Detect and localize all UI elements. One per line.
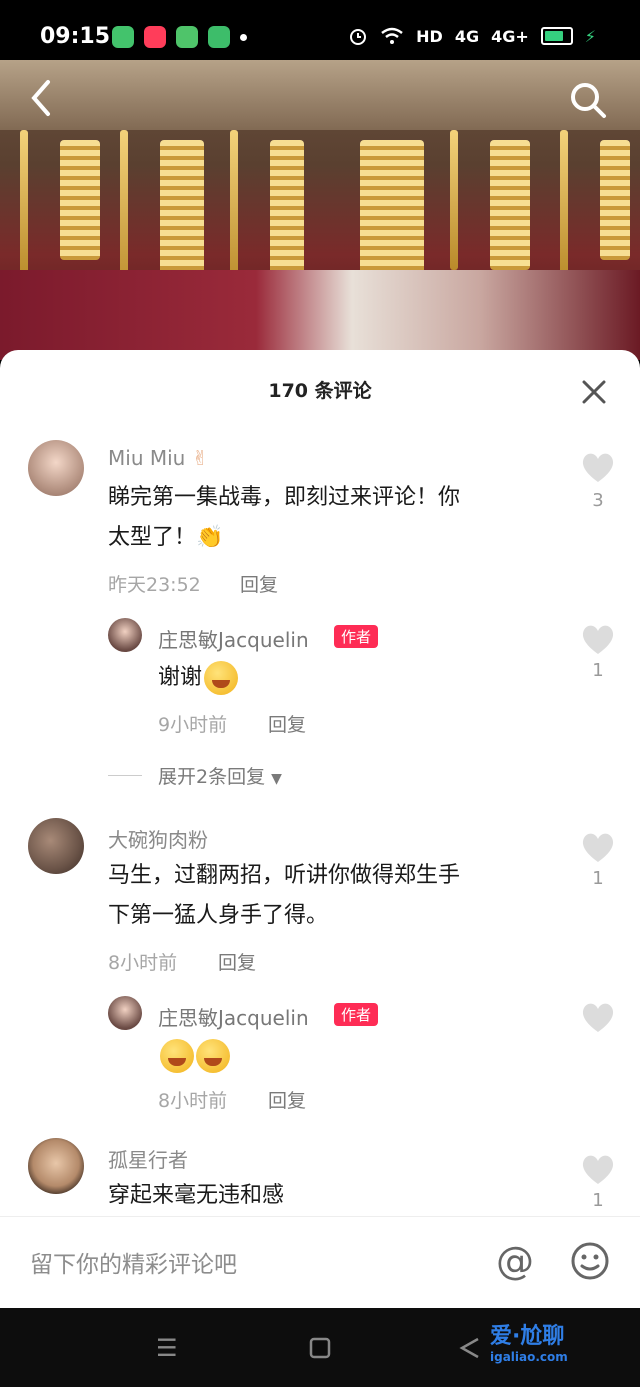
heart-icon[interactable] xyxy=(580,830,616,864)
comment-sheet: 170 条评论 Miu Miu ✌ 睇完第一集战毒，即刻过来评论！你 太型了！👏… xyxy=(0,350,640,1310)
comment-time: 昨天23:52 xyxy=(108,574,201,596)
reply-button[interactable]: 回复 xyxy=(218,948,256,975)
comment-username[interactable]: 孤星行者 xyxy=(108,1144,188,1173)
search-button[interactable] xyxy=(568,80,608,120)
mention-button[interactable]: @ xyxy=(496,1239,534,1283)
chevron-left-icon xyxy=(31,80,50,116)
comment-time: 8小时前 xyxy=(108,952,178,974)
avatar[interactable] xyxy=(28,1138,84,1194)
reply-text xyxy=(158,1036,230,1076)
store-app-icon xyxy=(176,26,198,48)
reply-button[interactable]: 回复 xyxy=(240,570,278,597)
reply-username[interactable]: 庄思敏Jacquelin xyxy=(158,1002,309,1031)
app-notification-icon xyxy=(112,26,134,48)
comment-count-title: 170 条评论 xyxy=(268,380,372,402)
comment-input-bar: 留下你的精彩评论吧 @ xyxy=(0,1216,640,1309)
search-icon xyxy=(571,83,606,118)
reply-avatar[interactable] xyxy=(108,618,142,652)
reply-text: 谢谢 xyxy=(158,658,239,698)
comment-username[interactable]: Miu Miu ✌ xyxy=(108,446,208,470)
heart-icon[interactable] xyxy=(580,1152,616,1186)
video-app-icon xyxy=(144,26,166,48)
status-indicators: HD 4G 4G+ ⚡ xyxy=(348,26,596,46)
comment-text: 睇完第一集战毒，即刻过来评论！你 太型了！👏 xyxy=(108,485,461,550)
caret-down-icon: ▼ xyxy=(271,771,282,787)
battery-icon xyxy=(540,27,573,45)
like-count: 3 xyxy=(592,490,604,511)
author-badge: 作者 xyxy=(334,625,379,648)
back-nav-button[interactable] xyxy=(458,1336,482,1360)
close-button[interactable] xyxy=(580,378,608,406)
laughing-emoji-icon xyxy=(196,1039,230,1073)
reply-button[interactable]: 回复 xyxy=(268,710,306,737)
close-icon xyxy=(582,380,606,404)
like-count: 1 xyxy=(592,868,604,889)
signal-indicator-2: 4G+ xyxy=(491,26,529,46)
home-button[interactable] xyxy=(308,1336,332,1360)
avatar[interactable] xyxy=(28,440,84,496)
recent-apps-button[interactable]: ☰ xyxy=(156,1334,178,1362)
expand-divider xyxy=(108,775,142,776)
peace-hand-icon: ✌ xyxy=(191,446,209,470)
comment-input[interactable]: 留下你的精彩评论吧 xyxy=(30,1245,237,1279)
reply-avatar[interactable] xyxy=(108,996,142,1030)
wifi-icon xyxy=(381,27,403,44)
laughing-emoji-icon xyxy=(204,661,239,695)
emoji-button[interactable] xyxy=(570,1241,610,1281)
expand-replies-button[interactable]: 展开2条回复 ▼ xyxy=(158,762,282,789)
back-button[interactable] xyxy=(28,78,54,127)
status-time: 09:15 xyxy=(40,24,111,49)
comment-text: 穿起来毫无违和感 xyxy=(108,1183,285,1208)
avatar[interactable] xyxy=(28,818,84,874)
gold-necklace xyxy=(560,130,568,280)
gold-necklace xyxy=(20,130,28,280)
reply-button[interactable]: 回复 xyxy=(268,1086,306,1113)
notification-icons xyxy=(112,26,247,48)
gold-necklace xyxy=(490,140,530,270)
hd-indicator: HD xyxy=(416,26,443,46)
signal-indicator-1: 4G xyxy=(454,26,480,46)
reply-username[interactable]: 庄思敏Jacquelin xyxy=(158,624,309,653)
heart-icon[interactable] xyxy=(580,1000,616,1034)
gold-necklace xyxy=(450,130,458,270)
alarm-icon xyxy=(350,29,367,45)
like-count: 1 xyxy=(592,660,604,681)
comment-text: 马生，过翻两招，听讲你做得郑生手 下第一猛人身手了得。 xyxy=(108,863,461,928)
like-count: 1 xyxy=(592,1190,604,1211)
laughing-emoji-icon xyxy=(160,1039,194,1073)
gold-necklace xyxy=(60,140,100,260)
site-watermark: 爱·尬聊 igaliao.com xyxy=(490,1324,568,1364)
gold-necklace xyxy=(230,130,238,290)
video-ceiling xyxy=(0,60,640,130)
shield-app-icon xyxy=(208,26,230,48)
jewelry-counter xyxy=(0,270,640,360)
heart-icon[interactable] xyxy=(580,450,616,484)
video-background[interactable] xyxy=(0,60,640,360)
charging-icon: ⚡ xyxy=(584,26,596,46)
gold-necklace xyxy=(270,140,304,290)
gold-necklace xyxy=(600,140,630,260)
heart-icon[interactable] xyxy=(580,622,616,656)
comment-username[interactable]: 大碗狗肉粉 xyxy=(108,824,208,853)
author-badge: 作者 xyxy=(334,1003,379,1026)
reply-time: 8小时前 xyxy=(158,1090,228,1112)
clapping-hands-icon: 👏 xyxy=(196,525,224,550)
reply-time: 9小时前 xyxy=(158,714,228,736)
gold-necklace xyxy=(160,140,204,280)
more-dot-icon xyxy=(240,33,247,41)
